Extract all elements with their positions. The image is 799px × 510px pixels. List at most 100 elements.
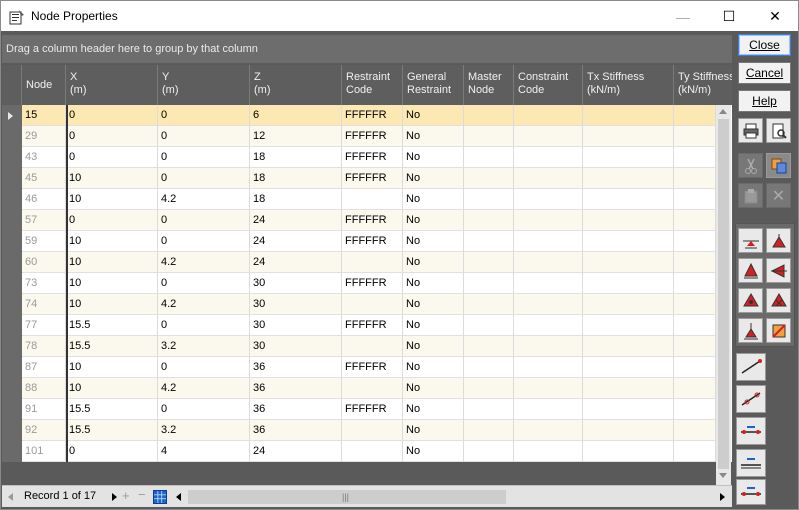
cell-y[interactable]: 4.2 <box>158 378 250 399</box>
cell-master-node[interactable] <box>464 168 514 189</box>
cell-constraint-code[interactable] <box>514 420 583 441</box>
cell-x[interactable]: 10 <box>66 231 158 252</box>
cell-ty-stiffness[interactable] <box>674 189 716 210</box>
cell-restraint-code[interactable]: FFFFFR <box>342 231 403 252</box>
cell-ty-stiffness[interactable] <box>674 315 716 336</box>
cell-general-restraint[interactable]: No <box>403 420 464 441</box>
cell-restraint-code[interactable]: FFFFFR <box>342 315 403 336</box>
table-row[interactable]: 46 10 4.2 18 No <box>22 189 716 210</box>
cell-tx-stiffness[interactable] <box>583 399 674 420</box>
cell-master-node[interactable] <box>464 294 514 315</box>
cell-x[interactable]: 10 <box>66 378 158 399</box>
header-constraint-code[interactable]: Constraint Code <box>514 65 583 105</box>
table-row[interactable]: 91 15.5 0 36 FFFFFR No <box>22 399 716 420</box>
table-row[interactable]: 77 15.5 0 30 FFFFFR No <box>22 315 716 336</box>
cell-x[interactable]: 0 <box>66 147 158 168</box>
cell-ty-stiffness[interactable] <box>674 105 716 126</box>
header-y[interactable]: Y (m) <box>158 65 250 105</box>
scroll-left-icon[interactable] <box>176 493 181 501</box>
header-x[interactable]: X (m) <box>66 65 158 105</box>
cell-ty-stiffness[interactable] <box>674 273 716 294</box>
delete-button[interactable]: ✕ <box>766 183 791 208</box>
cell-node[interactable]: 57 <box>22 210 66 231</box>
cell-restraint-code[interactable] <box>342 420 403 441</box>
cell-tx-stiffness[interactable] <box>583 210 674 231</box>
print-button[interactable] <box>738 118 763 143</box>
cancel-button[interactable]: Cancel <box>738 62 791 84</box>
cell-master-node[interactable] <box>464 252 514 273</box>
scroll-right-icon[interactable] <box>720 493 725 501</box>
member-line-button[interactable] <box>736 353 766 381</box>
cell-ty-stiffness[interactable] <box>674 441 716 462</box>
cell-general-restraint[interactable]: No <box>403 126 464 147</box>
next-record-icon[interactable] <box>112 493 117 501</box>
cell-y[interactable]: 0 <box>158 168 250 189</box>
table-row[interactable]: 15 0 0 6 FFFFFR No <box>22 105 716 126</box>
cell-ty-stiffness[interactable] <box>674 420 716 441</box>
cell-constraint-code[interactable] <box>514 315 583 336</box>
print-preview-button[interactable] <box>766 118 791 143</box>
pin-support-button[interactable] <box>738 228 763 253</box>
cell-z[interactable]: 30 <box>250 273 342 294</box>
cell-general-restraint[interactable]: No <box>403 441 464 462</box>
table-row[interactable]: 45 10 0 18 FFFFFR No <box>22 168 716 189</box>
cell-ty-stiffness[interactable] <box>674 210 716 231</box>
cell-restraint-code[interactable] <box>342 252 403 273</box>
cell-master-node[interactable] <box>464 315 514 336</box>
cell-general-restraint[interactable]: No <box>403 105 464 126</box>
cell-master-node[interactable] <box>464 420 514 441</box>
cell-node[interactable]: 88 <box>22 378 66 399</box>
cell-general-restraint[interactable]: No <box>403 189 464 210</box>
cell-x[interactable]: 10 <box>66 273 158 294</box>
cell-master-node[interactable] <box>464 147 514 168</box>
cell-general-restraint[interactable]: No <box>403 252 464 273</box>
cell-x[interactable]: 10 <box>66 294 158 315</box>
cell-master-node[interactable] <box>464 273 514 294</box>
cell-ty-stiffness[interactable] <box>674 231 716 252</box>
cell-x[interactable]: 10 <box>66 252 158 273</box>
cell-constraint-code[interactable] <box>514 357 583 378</box>
cell-constraint-code[interactable] <box>514 441 583 462</box>
cell-y[interactable]: 0 <box>158 399 250 420</box>
cell-ty-stiffness[interactable] <box>674 168 716 189</box>
cell-y[interactable]: 4.2 <box>158 252 250 273</box>
cell-node[interactable]: 59 <box>22 231 66 252</box>
cell-general-restraint[interactable]: No <box>403 357 464 378</box>
cell-restraint-code[interactable]: FFFFFR <box>342 273 403 294</box>
cell-restraint-code[interactable]: FFFFFR <box>342 168 403 189</box>
cell-y[interactable]: 0 <box>158 126 250 147</box>
cell-master-node[interactable] <box>464 189 514 210</box>
cell-y[interactable]: 3.2 <box>158 336 250 357</box>
help-button[interactable]: Help <box>738 90 791 112</box>
cell-node[interactable]: 29 <box>22 126 66 147</box>
cell-tx-stiffness[interactable] <box>583 378 674 399</box>
cell-constraint-code[interactable] <box>514 294 583 315</box>
scroll-up-icon[interactable] <box>719 109 727 114</box>
cell-master-node[interactable] <box>464 357 514 378</box>
cell-general-restraint[interactable]: No <box>403 210 464 231</box>
cell-z[interactable]: 24 <box>250 231 342 252</box>
cell-node[interactable]: 78 <box>22 336 66 357</box>
cell-general-restraint[interactable]: No <box>403 399 464 420</box>
cell-master-node[interactable] <box>464 210 514 231</box>
header-tx-stiffness[interactable]: Tx Stiffness (kN/m) <box>583 65 674 105</box>
cell-x[interactable]: 15.5 <box>66 399 158 420</box>
cell-restraint-code[interactable] <box>342 294 403 315</box>
cell-node[interactable]: 43 <box>22 147 66 168</box>
table-row[interactable]: 59 10 0 24 FFFFFR No <box>22 231 716 252</box>
grid-view-icon[interactable] <box>153 490 167 504</box>
cell-z[interactable]: 30 <box>250 336 342 357</box>
cell-constraint-code[interactable] <box>514 126 583 147</box>
cell-tx-stiffness[interactable] <box>583 189 674 210</box>
cell-y[interactable]: 0 <box>158 273 250 294</box>
table-row[interactable]: 57 0 0 24 FFFFFR No <box>22 210 716 231</box>
vertical-scrollbar[interactable] <box>716 105 731 485</box>
cell-y[interactable]: 4.2 <box>158 189 250 210</box>
cell-x[interactable]: 0 <box>66 126 158 147</box>
paste-button[interactable] <box>738 183 763 208</box>
cell-tx-stiffness[interactable] <box>583 147 674 168</box>
table-row[interactable]: 78 15.5 3.2 30 No <box>22 336 716 357</box>
cell-constraint-code[interactable] <box>514 210 583 231</box>
cell-node[interactable]: 73 <box>22 273 66 294</box>
minimize-button[interactable]: — <box>660 1 706 32</box>
